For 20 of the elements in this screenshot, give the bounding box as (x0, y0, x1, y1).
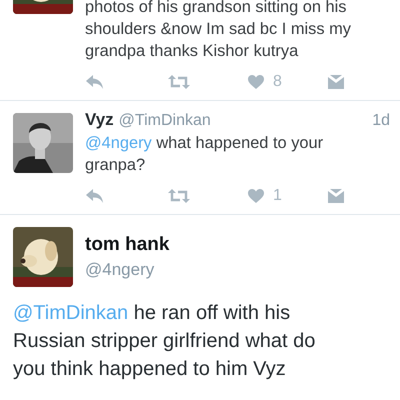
retweet-icon[interactable] (167, 74, 191, 90)
like-count: 1 (273, 187, 282, 205)
like-count: 8 (273, 73, 282, 91)
user-handle: @4ngery (85, 259, 156, 281)
user-handle: @TimDinkan (118, 111, 211, 131)
user-name: Vyz (85, 109, 114, 131)
tweet-text: photos of his grandson sitting on his shoulders &now Im sad bc I miss my grandpa thanks Kishor kutrya (85, 0, 352, 62)
message-icon[interactable] (327, 188, 345, 204)
mention-link[interactable]: @4ngery (85, 134, 152, 152)
reply-icon[interactable] (85, 74, 105, 90)
retweet-icon[interactable] (167, 188, 191, 204)
mention-link[interactable]: @TimDinkan (13, 302, 128, 324)
heart-icon[interactable] (247, 188, 265, 204)
heart-icon[interactable] (247, 74, 265, 90)
reply-icon[interactable] (85, 188, 105, 204)
tweet-text: @4ngery what happened to your granpa? (85, 133, 324, 176)
user-name: tom hank (85, 233, 170, 257)
message-icon[interactable] (327, 74, 345, 90)
tweet-text: @TimDinkan he ran off with his Russian stripper girlfriend what do you think happened to him Vyz (12, 301, 316, 382)
tweet-time: 1d (372, 111, 390, 131)
